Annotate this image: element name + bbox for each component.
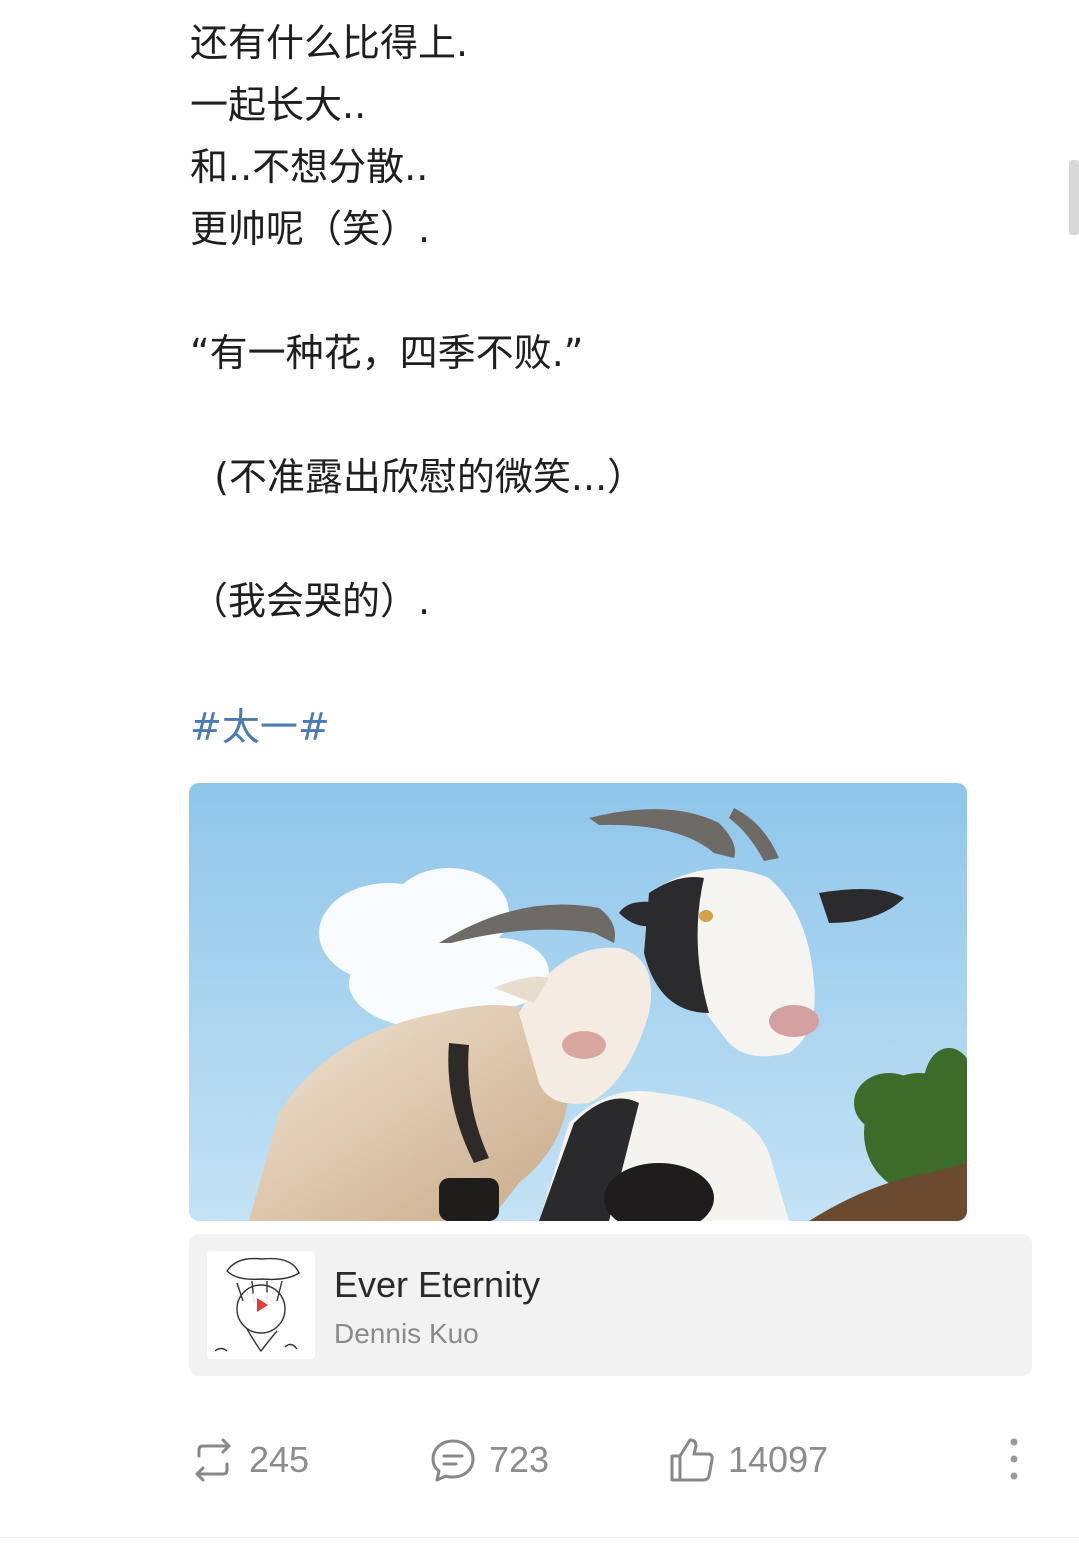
song-artist: Dennis Kuo [334, 1318, 479, 1349]
album-cover[interactable] [207, 1251, 315, 1359]
play-icon[interactable] [246, 1290, 276, 1320]
repost-icon [195, 1438, 231, 1482]
goats-photo [189, 783, 967, 1221]
post-line: 还有什么比得上. [190, 21, 469, 65]
post-line: 一起长大.. [190, 83, 367, 127]
thumbs-up-icon [670, 1438, 714, 1482]
repost-button[interactable]: 245 [189, 1430, 309, 1490]
like-count: 14097 [728, 1439, 829, 1480]
post-image[interactable] [189, 783, 967, 1221]
post-line: （我会哭的）. [190, 579, 431, 623]
like-button[interactable]: 14097 [668, 1430, 828, 1490]
divider [0, 1537, 1079, 1538]
scrollbar[interactable] [1069, 160, 1079, 235]
comment-icon [431, 1439, 475, 1482]
post-line: “有一种花，四季不败.” [190, 331, 584, 375]
post-line: 更帅呢（笑）. [190, 207, 431, 251]
repost-count: 245 [249, 1439, 310, 1480]
music-card[interactable]: Ever Eternity Dennis Kuo [189, 1234, 1032, 1376]
song-title: Ever Eternity [334, 1264, 541, 1305]
post-line: 和..不想分散.. [190, 145, 429, 189]
comment-button[interactable]: 723 [429, 1430, 549, 1490]
comment-count: 723 [489, 1439, 550, 1480]
more-vertical-icon [1010, 1438, 1018, 1480]
more-options-button[interactable] [1002, 1436, 1026, 1482]
hashtag-link[interactable]: #太一# [190, 704, 330, 750]
post-line: (不准露出欣慰的微笑...） [202, 455, 646, 499]
